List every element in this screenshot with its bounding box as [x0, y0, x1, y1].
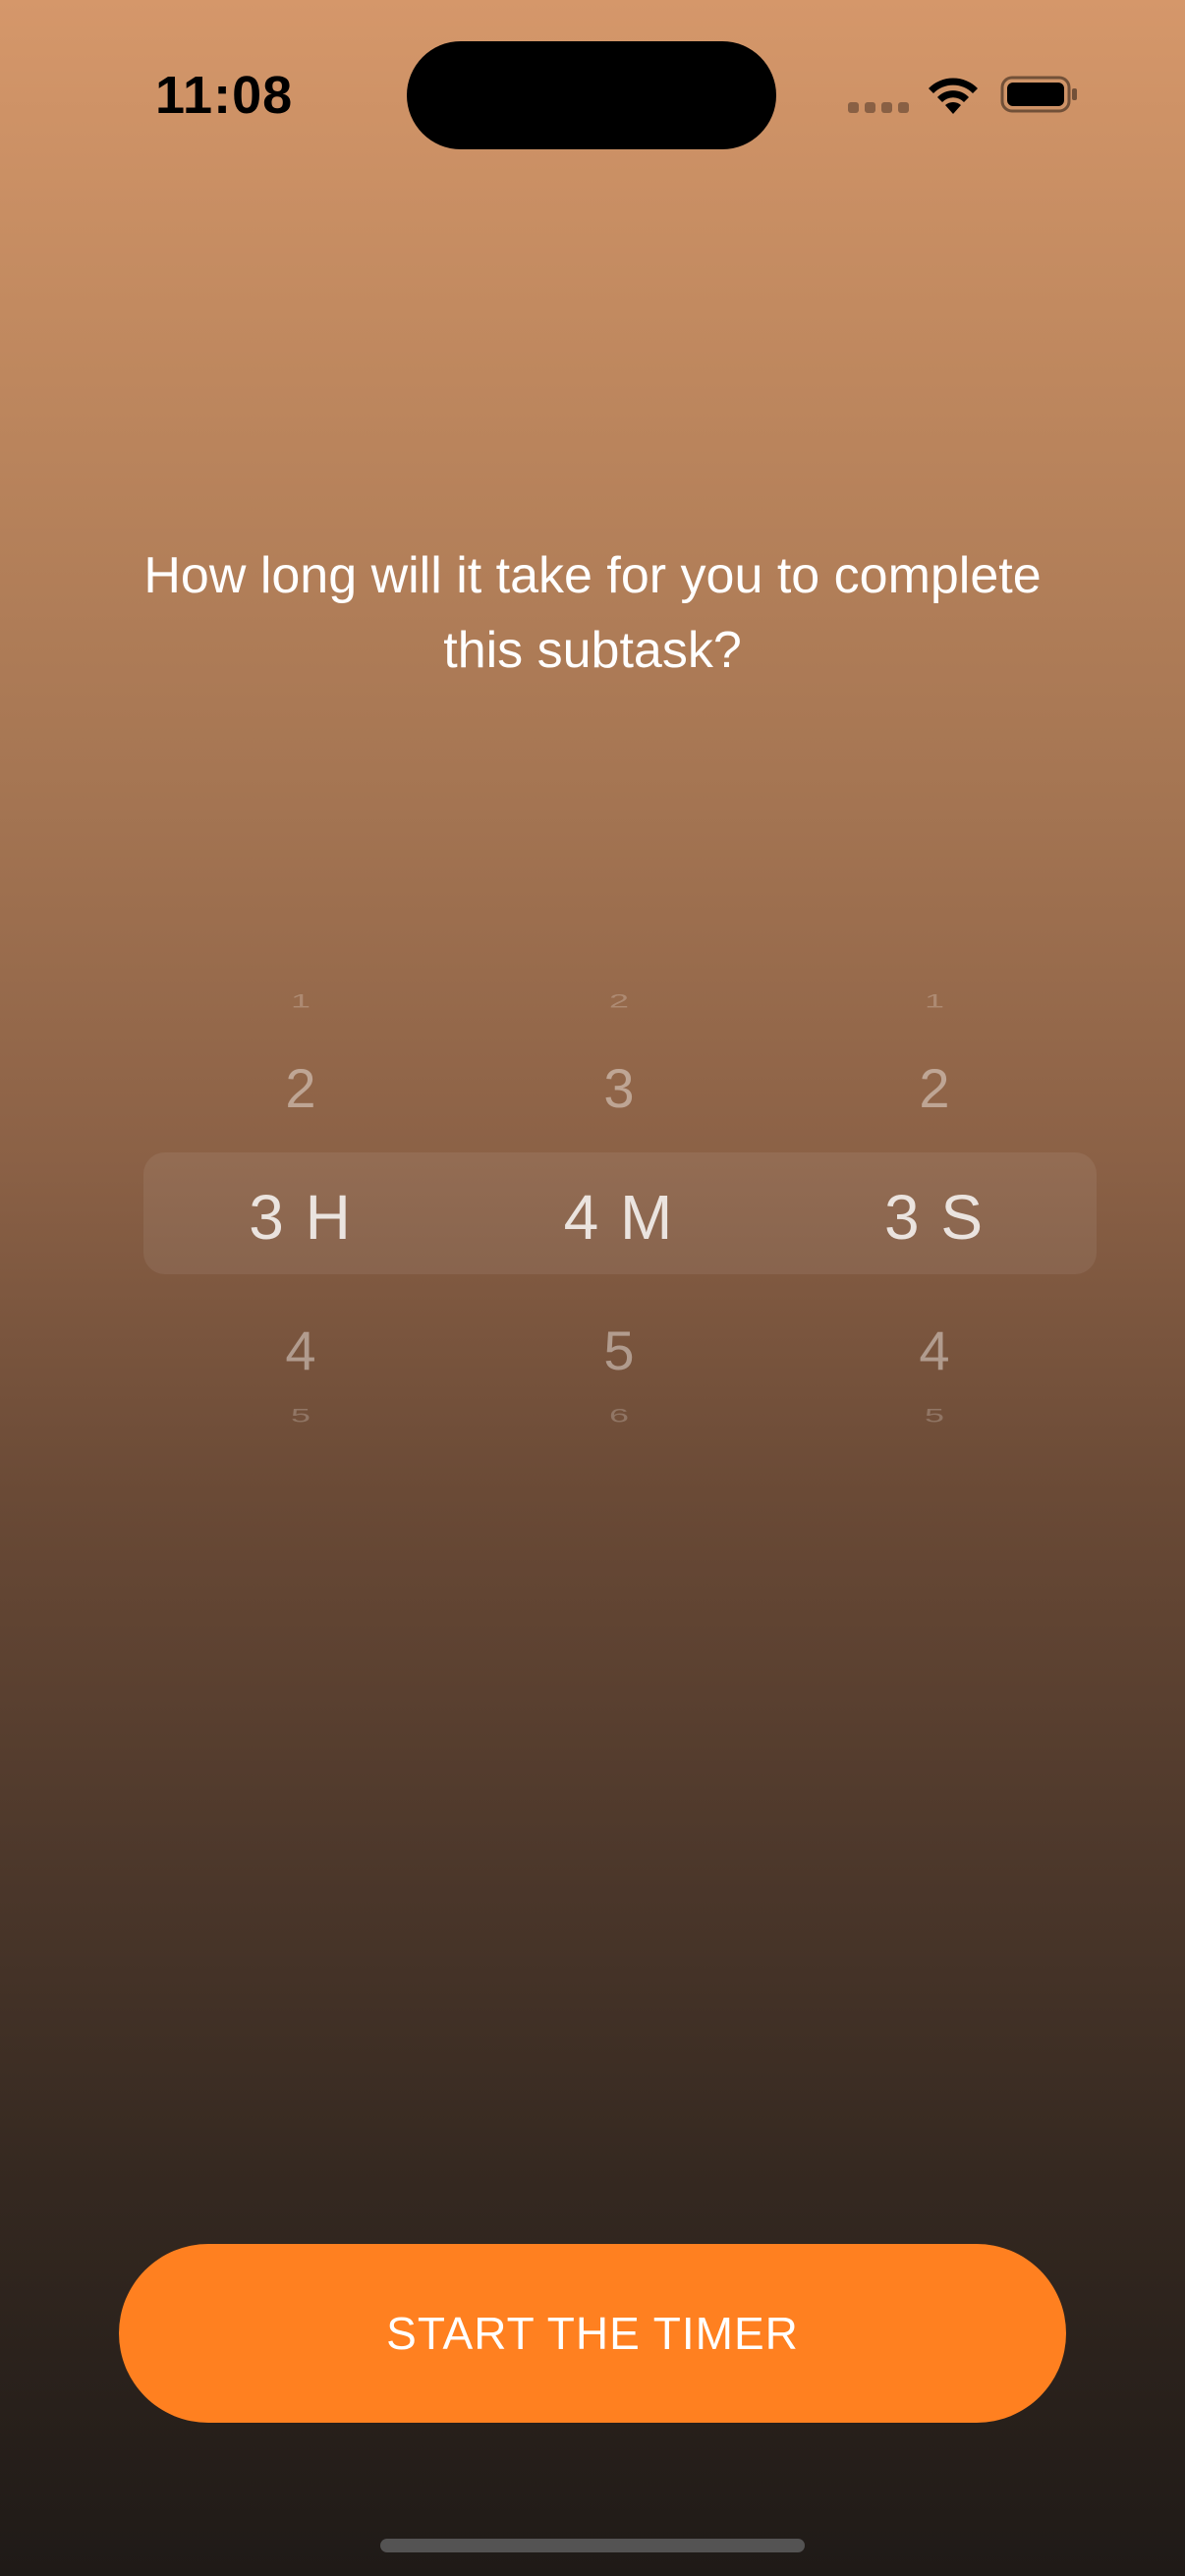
minutes-wheel[interactable]: 2 3 4 M 5 6 — [462, 963, 776, 1493]
status-time: 11:08 — [155, 66, 294, 125]
hours-option[interactable]: 1 — [143, 989, 458, 1012]
hours-option[interactable]: 2 — [143, 1056, 458, 1120]
hours-option[interactable]: 4 — [143, 1318, 458, 1382]
seconds-option[interactable]: 4 — [777, 1318, 1092, 1382]
seconds-option[interactable]: 2 — [777, 1056, 1092, 1120]
duration-question: How long will it take for you to complet… — [143, 547, 1042, 679]
seconds-option[interactable]: 1 — [777, 989, 1092, 1012]
hours-wheel[interactable]: 1 2 3 H 4 5 — [143, 963, 458, 1493]
wifi-icon — [929, 78, 978, 114]
minutes-option[interactable]: 2 — [462, 989, 776, 1012]
seconds-wheel[interactable]: 1 2 3 S 4 5 — [777, 963, 1092, 1493]
signal-icon — [848, 102, 909, 114]
hours-option[interactable]: 5 — [143, 1404, 458, 1427]
home-indicator[interactable] — [380, 2539, 805, 2552]
duration-picker[interactable]: 1 2 3 H 4 5 2 3 4 M 5 6 1 2 3 S 4 5 — [143, 963, 1097, 1493]
start-timer-button[interactable]: START THE TIMER — [119, 2244, 1066, 2423]
minutes-option[interactable]: 3 — [462, 1056, 776, 1120]
hours-selected-value[interactable]: 3 H — [143, 1181, 458, 1254]
minutes-option[interactable]: 6 — [462, 1404, 776, 1427]
minutes-selected-value[interactable]: 4 M — [462, 1181, 776, 1254]
dynamic-island — [407, 41, 776, 149]
seconds-option[interactable]: 5 — [777, 1404, 1092, 1427]
minutes-option[interactable]: 5 — [462, 1318, 776, 1382]
seconds-selected-value[interactable]: 3 S — [777, 1181, 1092, 1254]
battery-icon — [1000, 76, 1077, 113]
